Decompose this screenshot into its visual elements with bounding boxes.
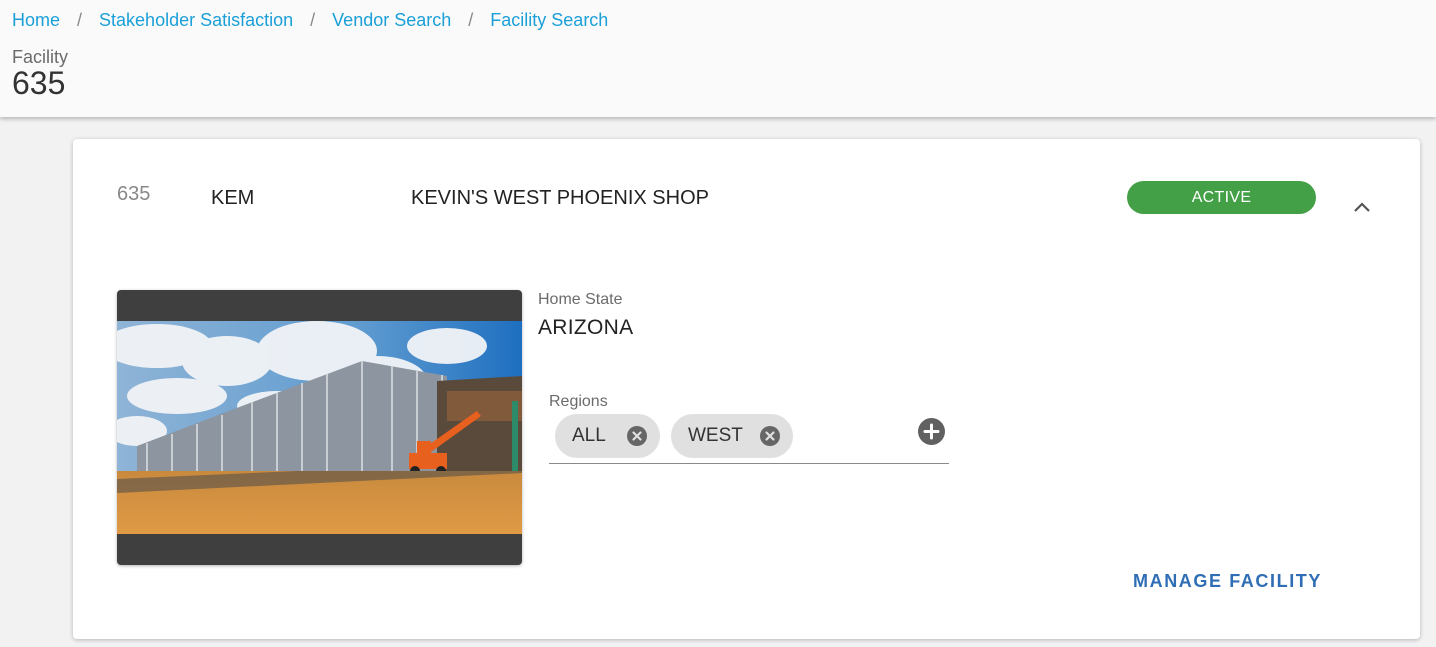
breadcrumb-separator: /	[77, 9, 83, 30]
breadcrumb-separator: /	[468, 9, 474, 30]
regions-label: Regions	[549, 393, 608, 410]
breadcrumb-facility-search[interactable]: Facility Search	[490, 10, 608, 31]
breadcrumb-stakeholder-satisfaction[interactable]: Stakeholder Satisfaction	[99, 10, 293, 31]
breadcrumb-separator: /	[310, 9, 316, 30]
facility-code: KEM	[211, 187, 255, 209]
manage-facility-button[interactable]: MANAGE FACILITY	[1133, 571, 1322, 592]
region-chip-label: WEST	[688, 425, 743, 446]
breadcrumb: Home / Stakeholder Satisfaction / Vendor…	[12, 8, 608, 32]
home-state-value: ARIZONA	[538, 316, 634, 339]
remove-chip-icon[interactable]	[760, 426, 780, 446]
facility-id: 635	[117, 183, 151, 205]
facility-name: KEVIN'S WEST PHOENIX SHOP	[411, 187, 709, 209]
page-header: Home / Stakeholder Satisfaction / Vendor…	[0, 0, 1436, 117]
status-badge: ACTIVE	[1127, 181, 1316, 214]
regions-field[interactable]: Regions ALL WEST	[549, 391, 949, 464]
chevron-up-icon[interactable]	[1350, 195, 1374, 219]
breadcrumb-home[interactable]: Home	[12, 10, 60, 31]
region-chip-west[interactable]: WEST	[671, 414, 793, 458]
remove-chip-icon[interactable]	[627, 426, 647, 446]
page-title: 635	[12, 65, 66, 101]
region-chip-label: ALL	[572, 425, 606, 446]
region-chip-all[interactable]: ALL	[555, 414, 660, 458]
facility-card: 635 KEM KEVIN'S WEST PHOENIX SHOP ACTIVE	[73, 139, 1420, 639]
add-region-icon[interactable]	[918, 418, 945, 445]
facility-photo	[117, 290, 522, 565]
home-state-label: Home State	[538, 291, 623, 308]
building-construction-photo	[117, 321, 522, 534]
breadcrumb-vendor-search[interactable]: Vendor Search	[332, 10, 451, 31]
